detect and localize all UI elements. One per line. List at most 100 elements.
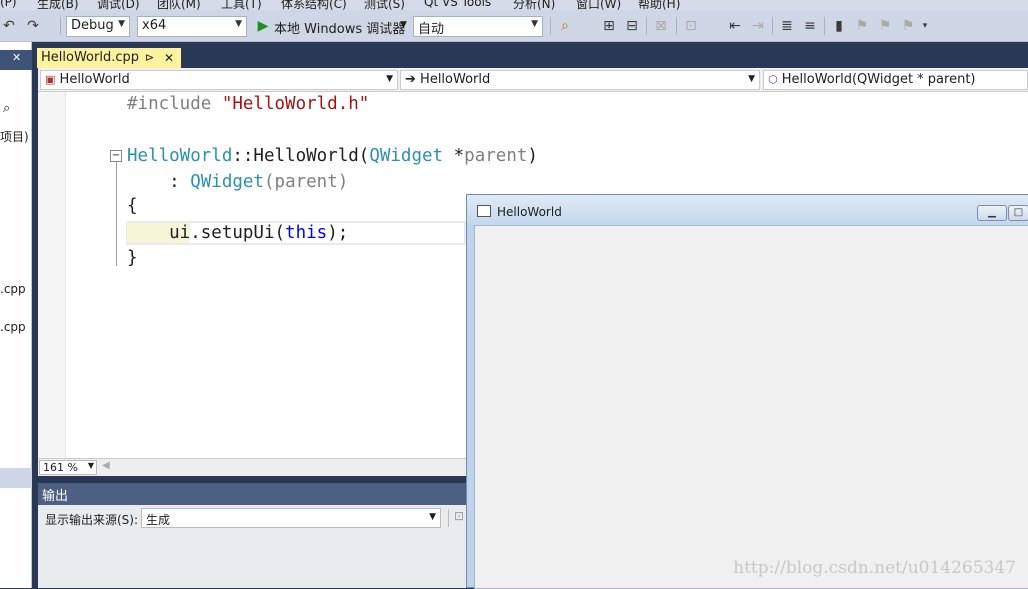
member-select[interactable]: ⬡ HelloWorld(QWidget * parent) [763,70,1028,90]
toolbar-separator [550,17,551,35]
menu-qt-vs-tools[interactable]: Qt VS Tools [424,0,491,9]
menu-architecture[interactable]: 体系结构(C) [281,0,347,10]
class-value: HelloWorld [420,72,491,87]
arrow-right-icon: ➔ [405,72,416,87]
menu-debug[interactable]: 调试(D) [97,0,140,10]
tab-helloworld-cpp[interactable]: HelloWorld.cpp ⊳ ✕ [37,48,181,68]
brace-token: { [127,196,138,216]
comment-icon[interactable]: ≣ [778,16,796,36]
keyword-token: this [285,223,328,243]
menu-help[interactable]: 帮助(H) [638,0,680,10]
redo-icon[interactable]: ↷ [24,16,42,36]
output-title: 输出 [42,489,69,504]
output-source-label: 显示输出来源(S): [45,513,139,527]
menu-build[interactable]: 生成(B) [37,0,79,10]
close-icon[interactable]: ✕ [12,51,21,64]
scope-select[interactable]: ▣ HelloWorld ▼ [40,70,398,90]
file-item[interactable]: .cpp [0,320,26,334]
class-select[interactable]: ➔ HelloWorld ▼ [400,70,760,90]
prev-bookmark-icon[interactable]: ⚑ [853,16,871,36]
code-line: } [127,246,138,270]
close-icon[interactable]: ✕ [164,51,174,65]
configuration-value: Debug [71,18,114,33]
toolbar-separator [448,509,449,527]
watermark-text: http://blog.csdn.net/u014265347 [733,558,1016,578]
bookmark-icon[interactable]: ▮ [830,16,848,36]
menu-test[interactable]: 测试(S) [364,0,405,10]
zoom-value: 161 % [43,461,78,474]
zoom-select[interactable]: 161 % ▼ [39,460,97,475]
window-title: HelloWorld [497,205,562,219]
pin-icon[interactable]: ⊳ [145,51,154,64]
maximize-button[interactable]: □ [1008,205,1028,221]
editor-gutter [38,92,66,458]
chevron-down-icon: ▼ [118,19,125,29]
tab-label: HelloWorld.cpp [41,50,139,65]
rebuild-icon[interactable]: ⊟ [623,16,641,36]
brace-token: } [127,248,138,268]
toolbar-separator [646,17,647,35]
qt-helloworld-window[interactable]: HelloWorld ▁ □ [466,194,1028,589]
chevron-down-icon: ▼ [386,74,393,84]
class-token: QWidget [369,146,444,166]
window-icon [477,205,491,217]
code-line: ui.setupUi(this); [127,221,348,245]
toolbar-separator [824,17,825,35]
step-icon[interactable]: ⇤ [726,16,744,36]
minimize-button[interactable]: ▁ [977,205,1007,221]
uncomment-icon[interactable]: ≡ [801,16,819,36]
menu-analyze[interactable]: 分析(N) [513,0,555,10]
output-panel-header: 输出 [38,483,468,505]
paren-token: ) [337,172,349,192]
code-line: HelloWorld::HelloWorld(QWidget *parent) [127,144,538,168]
platform-select[interactable]: x64 ▼ [137,16,247,37]
scroll-left-icon[interactable]: ◀ [102,460,110,471]
configuration-select[interactable]: Debug ▼ [66,16,130,37]
output-source-value: 生成 [146,513,171,527]
chevron-down-icon[interactable]: ▾ [916,16,934,36]
play-icon[interactable]: ▶ [254,16,272,36]
function-token: .setupUi( [190,223,286,243]
project-item[interactable]: 项目) [0,128,29,145]
scope-value: HelloWorld [59,72,130,87]
menu-window[interactable]: 窗口(W) [576,0,621,10]
solution-mode-select[interactable]: 自动 ▼ [413,16,543,37]
preprocessor-token: #include [127,94,222,114]
document-tab-strip: HelloWorld.cpp ⊳ ✕ [32,42,1028,68]
attach-icon[interactable]: ⊠ [652,16,670,36]
solution-explorer-panel: ✕ ⌕ 项目) .cpp .cpp [0,42,32,588]
goto-icon[interactable]: ⊡ [454,509,464,523]
search-icon[interactable]: ⌕ [3,101,10,116]
chevron-down-icon: ▼ [748,74,755,84]
paren-token: ( [263,172,275,192]
menu-bar: (P) 生成(B) 调试(D) 团队(M) 工具(T) 体系结构(C) 测试(S… [0,0,1028,10]
editor-status-bar: 161 % ▼ ◀ [38,458,468,476]
menu-team[interactable]: 团队(M) [157,0,201,10]
class-token: QWidget [190,172,264,192]
find-in-files-icon[interactable]: ⌕ [556,16,574,36]
window-title-bar[interactable]: HelloWorld ▁ □ [467,195,1028,225]
method-icon: ⬡ [768,73,778,86]
menu-tools[interactable]: 工具(T) [221,0,262,10]
undo-icon[interactable]: ↶ [0,16,18,36]
class-token: HelloWorld [127,146,233,166]
file-item[interactable]: .cpp [0,282,26,296]
variable-token: ui [127,223,191,243]
chevron-down-icon: ▼ [87,461,94,470]
menu-project[interactable]: (P) [0,0,17,9]
clear-bookmarks-icon[interactable]: ⚑ [899,16,917,36]
collapse-icon[interactable]: − [110,150,122,162]
breakpoints-icon[interactable]: ⊡ [682,16,700,36]
toolbar-separator [772,17,773,35]
toolbar-separator [676,17,677,35]
chevron-down-icon[interactable]: ▼ [400,20,407,30]
start-debugger-button[interactable]: 本地 Windows 调试器 [274,18,405,37]
code-line: #include "HelloWorld.h" [127,92,369,116]
paren-token: ) [527,146,538,166]
build-icon[interactable]: ⊞ [600,16,618,36]
output-source-select[interactable]: 生成 ▼ [141,508,441,528]
next-bookmark-icon[interactable]: ⚑ [876,16,894,36]
window-client-area [474,225,1028,589]
outdent-icon[interactable]: ⇥ [749,16,767,36]
parameter-token: parent [464,146,528,166]
